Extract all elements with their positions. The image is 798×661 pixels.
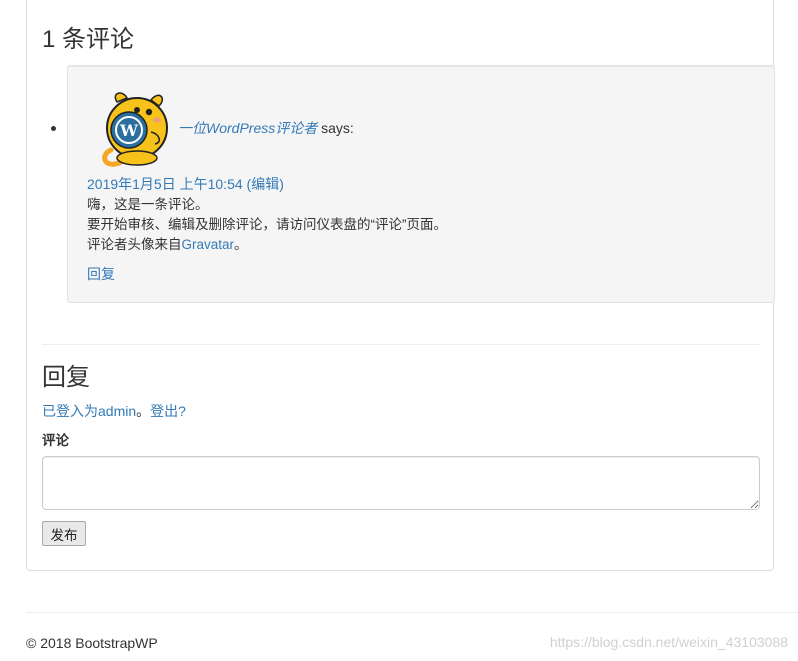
comment-meta: 2019年1月5日 上午10:54 (编辑): [87, 175, 284, 193]
logged-in-separator: 。: [136, 403, 151, 419]
says-label: says:: [321, 120, 354, 136]
reply-title: 回复: [42, 364, 90, 391]
submit-comment-button[interactable]: 发布: [42, 521, 86, 546]
comment-field-label: 评论: [42, 433, 69, 448]
comment-body: 嗨，这是一条评论。 要开始审核、编辑及删除评论，请访问仪表盘的“评论”页面。 评…: [87, 195, 447, 255]
comment-edit-link[interactable]: (编辑): [247, 176, 284, 192]
comment-line-text: 评论者头像来自: [87, 237, 182, 252]
comment-author-link[interactable]: 一位WordPress评论者: [178, 120, 317, 136]
comment-date-link[interactable]: 2019年1月5日 上午10:54: [87, 176, 243, 192]
comment-line-end: 。: [234, 237, 248, 252]
logged-in-prefix-link[interactable]: 已登入为: [42, 403, 98, 419]
wapuu-avatar-icon: W: [93, 88, 173, 168]
comment-reply-link[interactable]: 回复: [87, 264, 115, 284]
logout-link[interactable]: 登出?: [150, 403, 186, 419]
list-bullet: [51, 126, 56, 131]
comments-title: 1 条评论: [42, 26, 135, 53]
svg-text:W: W: [119, 121, 139, 140]
footer-copyright: © 2018 BootstrapWP: [26, 635, 158, 651]
gravatar-link[interactable]: Gravatar: [182, 237, 235, 252]
comment-line: 评论者头像来自Gravatar。: [87, 235, 447, 255]
profile-link[interactable]: admin: [98, 403, 136, 419]
section-divider: [42, 344, 760, 345]
comment-author-line: 一位WordPress评论者 says:: [178, 119, 354, 137]
comment-line: 要开始审核、编辑及删除评论，请访问仪表盘的“评论”页面。: [87, 217, 447, 232]
watermark: https://blog.csdn.net/weixin_43103088: [549, 634, 788, 650]
comment-textarea[interactable]: [42, 456, 760, 510]
footer-divider: [26, 612, 798, 613]
logged-in-line: 已登入为admin。登出?: [42, 402, 186, 420]
comment-line: 嗨，这是一条评论。: [87, 197, 209, 212]
